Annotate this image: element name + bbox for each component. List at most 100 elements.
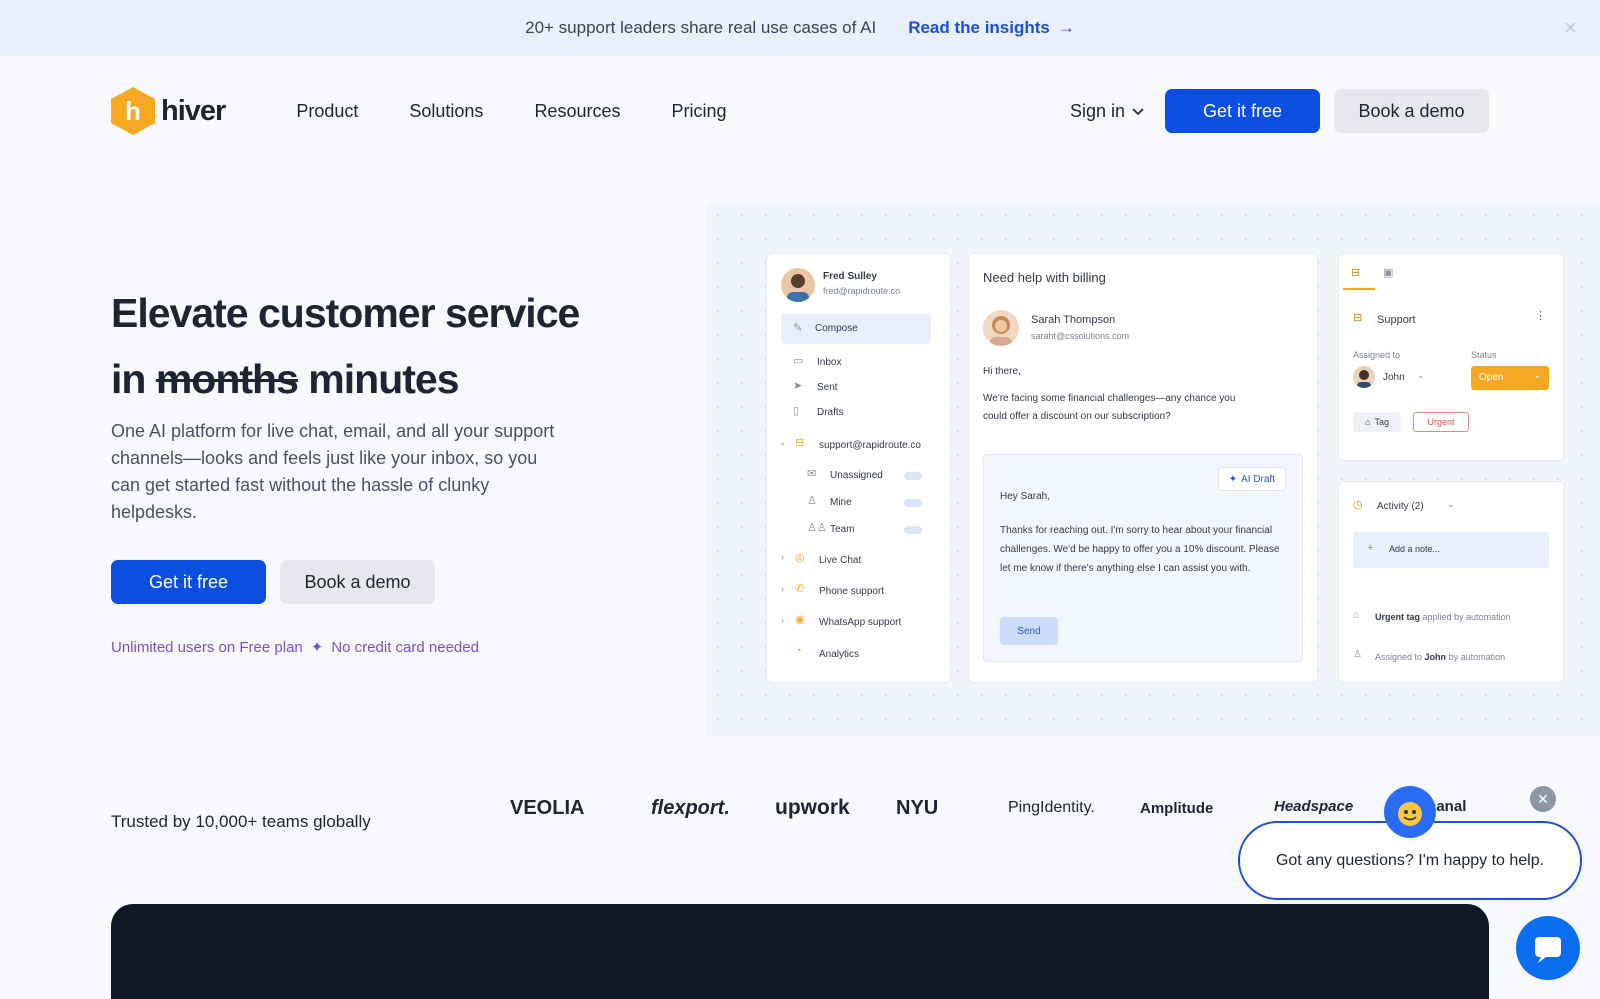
tag-icon: ⌂ <box>1365 417 1371 427</box>
hiver-wordmark: hiver <box>161 94 226 127</box>
sign-in-dropdown[interactable]: Sign in <box>1070 101 1145 122</box>
activity-log-2: Assigned to John by automation <box>1375 652 1505 662</box>
status-dropdown[interactable]: Open ⌄ <box>1471 366 1549 390</box>
analytics-item[interactable]: Analytics <box>819 649 859 660</box>
mock-email-thread: Need help with billing Sarah Thompson sa… <box>968 253 1318 683</box>
send-icon: ➤ <box>793 380 803 392</box>
sent-item[interactable]: Sent <box>817 382 838 393</box>
chevron-right-icon: › <box>781 615 784 625</box>
active-tab-indicator <box>1343 288 1375 290</box>
status-value: Open <box>1479 372 1504 383</box>
inbox-tray-icon: ⊟ <box>795 437 805 449</box>
nav-item-solutions[interactable]: Solutions <box>409 101 483 122</box>
inbox-tab-icon[interactable]: ⊟ <box>1351 266 1360 279</box>
log1-rest: applied by automation <box>1422 612 1511 622</box>
chevron-down-icon: ⌄ <box>1447 499 1455 509</box>
user-icon: ♙ <box>1353 649 1362 660</box>
urgent-chip[interactable]: Urgent <box>1413 412 1469 432</box>
pie-chart-icon: ◔ <box>795 645 802 657</box>
log2-pre: Assigned to <box>1375 652 1423 662</box>
flexport-logo: flexport. <box>651 796 730 819</box>
nav-item-resources[interactable]: Resources <box>534 101 620 122</box>
inbox-tray-icon: ⊟ <box>1353 312 1363 324</box>
add-note-placeholder: Add a note... <box>1389 544 1441 554</box>
read-insights-label: Read the insights <box>908 18 1050 37</box>
chevron-down-icon: ⌄ <box>1417 370 1425 380</box>
hero-title-struck: months <box>155 356 299 402</box>
tag-icon: ⌂ <box>1353 610 1360 621</box>
sender-name: Sarah Thompson <box>1031 314 1116 326</box>
inbox-item[interactable]: Inbox <box>817 357 841 368</box>
support-inbox-item[interactable]: support@rapidroute.co <box>819 440 921 451</box>
more-vertical-icon[interactable]: ⋮ <box>1535 309 1546 322</box>
mine-item[interactable]: Mine <box>830 497 852 508</box>
hero-get-free-button[interactable]: Get it free <box>111 560 266 604</box>
trusted-by-label: Trusted by 10,000+ teams globally <box>111 812 371 831</box>
mine-count <box>904 499 922 507</box>
chevron-down-icon: ⌄ <box>1533 370 1541 380</box>
fred-avatar <box>781 268 815 302</box>
user-name: Fred Sulley <box>823 271 877 282</box>
tag-label: Tag <box>1374 417 1389 427</box>
team-item[interactable]: Team <box>830 524 854 535</box>
chatbot-avatar-icon <box>1384 786 1436 838</box>
hero-title-in: in <box>111 356 146 402</box>
activity-label[interactable]: Activity (2) <box>1377 501 1424 512</box>
sparkle-icon: ✦ <box>310 639 324 656</box>
send-button[interactable]: Send <box>1000 617 1058 645</box>
hero-book-demo-button[interactable]: Book a demo <box>280 560 435 604</box>
phone-support-item[interactable]: Phone support <box>819 586 884 597</box>
nav-item-product[interactable]: Product <box>296 101 358 122</box>
user-email: fred@rapidroute.co <box>823 286 901 296</box>
email-greeting: Hi there, <box>983 366 1021 377</box>
whatsapp-support-item[interactable]: WhatsApp support <box>819 617 901 628</box>
chevron-right-icon: › <box>781 552 784 562</box>
read-insights-link[interactable]: Read the insights → <box>908 18 1075 38</box>
close-banner-icon[interactable]: ✕ <box>1563 18 1578 39</box>
product-mockup: Fred Sulley fred@rapidroute.co ✎ Compose… <box>706 203 1600 737</box>
tag-chip[interactable]: ⌂ Tag <box>1353 412 1401 432</box>
hiver-logo-mark: h <box>111 87 155 135</box>
log2-bold: John <box>1424 652 1447 662</box>
upwork-logo: upwork <box>775 796 850 819</box>
sign-in-label: Sign in <box>1069 100 1125 121</box>
chevron-down-icon: ⌄ <box>779 437 787 447</box>
support-label: Support <box>1377 314 1416 326</box>
free-plan-note: Unlimited users on Free plan <box>111 638 303 656</box>
drafts-item[interactable]: Drafts <box>817 407 844 418</box>
mock-activity: ◷ Activity (2) ⌄ + Add a note... ⌂ Urgen… <box>1338 481 1564 683</box>
nav-item-pricing[interactable]: Pricing <box>671 101 726 122</box>
user-icon: ♙ <box>807 495 817 507</box>
nav-book-demo-button[interactable]: Book a demo <box>1334 89 1489 133</box>
assignee-name[interactable]: John <box>1383 372 1405 383</box>
add-note-input[interactable]: + Add a note... <box>1353 532 1549 568</box>
hero-title-line2: in months minutes <box>111 346 579 412</box>
phone-icon: ✆ <box>795 583 805 595</box>
reply-body: Thanks for reaching out. I'm sorry to he… <box>1000 525 1280 574</box>
inbox-icon: ▭ <box>793 355 804 367</box>
email-subject: Need help with billing <box>983 270 1106 285</box>
compose-button[interactable]: ✎ Compose <box>781 314 931 344</box>
hiver-logo[interactable]: h hiver <box>111 87 226 135</box>
ai-draft-button[interactable]: ✦ AI Draft <box>1217 467 1286 491</box>
unassigned-item[interactable]: Unassigned <box>830 470 883 481</box>
arrow-right-icon: → <box>1057 18 1075 37</box>
pencil-icon: ✎ <box>793 322 803 334</box>
compose-label: Compose <box>815 323 858 334</box>
unassigned-count <box>904 472 922 480</box>
contact-tab-icon[interactable]: ▣ <box>1383 266 1393 279</box>
chevron-down-icon <box>1132 108 1144 116</box>
close-chat-icon[interactable]: ✕ <box>1530 786 1556 812</box>
reply-greeting: Hey Sarah, <box>1000 491 1051 502</box>
hero-cta-group: Get it free Book a demo <box>111 560 435 604</box>
live-chat-item[interactable]: Live Chat <box>819 555 861 566</box>
nav-get-free-button[interactable]: Get it free <box>1165 89 1320 133</box>
headspace-logo: Headspace <box>1274 798 1354 815</box>
ai-reply-box: ✦ AI Draft Hey Sarah, Thanks for reaching… <box>983 454 1303 662</box>
hero-note: Unlimited users on Free plan ✦ No credit… <box>111 638 479 657</box>
chat-icon <box>1535 937 1561 963</box>
mock-sidebar: Fred Sulley fred@rapidroute.co ✎ Compose… <box>766 253 951 683</box>
chat-launcher-button[interactable] <box>1516 916 1580 980</box>
email-body: We're facing some financial challenges—a… <box>983 393 1236 422</box>
chevron-right-icon: › <box>781 584 784 594</box>
